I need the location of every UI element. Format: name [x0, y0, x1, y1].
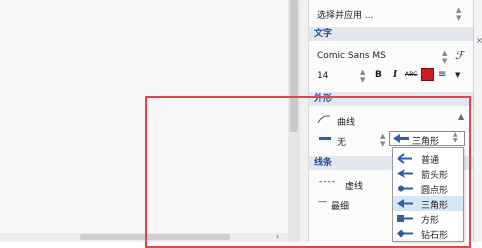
panel-splitter[interactable] — [300, 0, 309, 242]
line-width-select[interactable]: 最细 — [331, 199, 349, 212]
diagram-canvas[interactable] — [0, 0, 288, 242]
font-family-select[interactable]: Comic Sans MS — [317, 51, 386, 61]
font-family-spin-icon[interactable]: ▲ ▼ — [442, 49, 447, 65]
dropdown-item-triangle[interactable]: 三角形 — [393, 196, 463, 211]
dropdown-item-square[interactable]: 方形 — [393, 211, 463, 226]
dashed-line-icon: ---- — [319, 177, 336, 187]
font-size-input[interactable]: 14 — [317, 71, 328, 81]
start-arrow-spin-icon[interactable]: ▲ ▼ — [380, 132, 385, 148]
arrow-dot-icon — [398, 185, 413, 192]
style-apply-select[interactable]: 选择并应用 ... — [317, 8, 373, 21]
align-icon[interactable]: ≡ — [438, 69, 446, 80]
expand-icon[interactable]: ▲ — [458, 112, 464, 121]
curve-icon — [317, 115, 331, 124]
arrow-square-icon — [397, 215, 413, 222]
section-header-text: 文字 — [309, 27, 473, 41]
arrow-triangle-icon — [397, 199, 413, 208]
strikethrough-button[interactable]: ABC — [405, 71, 417, 78]
line-start-icon — [319, 137, 331, 140]
end-arrow-value: 三角形 — [412, 137, 440, 147]
italic-button[interactable]: I — [393, 70, 397, 80]
font-picker-icon[interactable]: ℱ — [455, 49, 464, 62]
section-header-shape: 外形 — [309, 92, 473, 106]
dropdown-item-arrowhead[interactable]: 箭头形 — [393, 166, 463, 181]
chevron-down-icon[interactable]: ▼ — [455, 71, 460, 79]
canvas-vertical-scrollbar[interactable] — [288, 0, 300, 242]
dropdown-item-normal[interactable]: 普通 — [393, 151, 463, 166]
arrow-diamond-icon — [397, 229, 413, 238]
bold-button[interactable]: B — [375, 70, 382, 80]
arrow-triangle-icon — [393, 134, 409, 143]
line-style-select[interactable]: 虚线 — [345, 179, 363, 192]
select-spin-icon[interactable]: ▲ ▼ — [453, 132, 458, 144]
end-arrow-select[interactable]: 三角形 ▲ ▼ — [389, 131, 465, 147]
dropdown-item-dot[interactable]: 圆点形 — [393, 181, 463, 196]
arrow-normal-icon — [397, 153, 412, 164]
dropdown-item-diamond[interactable]: 钻石形 — [393, 226, 463, 241]
arrow-arrowhead-icon — [397, 169, 413, 178]
font-size-spin-icon[interactable]: ▲ ▼ — [360, 68, 365, 84]
scrollbar-thumb[interactable] — [80, 234, 230, 240]
text-color-swatch[interactable] — [421, 68, 434, 81]
scrollbar-thumb[interactable] — [290, 0, 298, 132]
curve-checkbox-label[interactable]: 曲线 — [337, 115, 355, 128]
start-arrow-select[interactable]: 无 — [337, 135, 346, 148]
select-spin-icon[interactable]: ▲ ▼ — [456, 6, 461, 22]
thin-line-icon: — — [318, 197, 327, 207]
canvas-horizontal-scrollbar[interactable] — [0, 233, 288, 242]
arrow-style-dropdown: 普通 箭头形 圆点形 三角形 方形 钻石形 — [392, 147, 464, 242]
scroll-right-arrow-icon[interactable]: › — [276, 232, 279, 241]
collapse-icon[interactable]: × — [476, 36, 482, 45]
